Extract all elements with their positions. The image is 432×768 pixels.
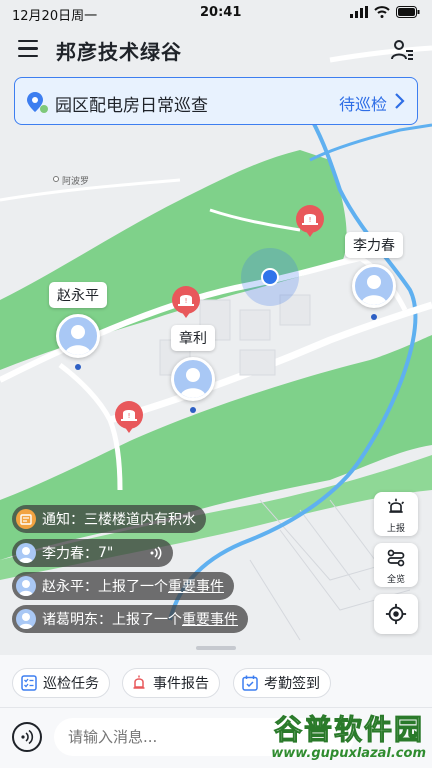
voice-wave-icon xyxy=(150,546,162,560)
notice-icon xyxy=(16,509,36,529)
task-status: 待巡检 xyxy=(338,95,387,114)
person-marker[interactable]: 赵永平 xyxy=(38,282,118,370)
avatar xyxy=(56,314,100,358)
alarm-bell-icon[interactable]: ! xyxy=(171,285,201,319)
avatar xyxy=(171,357,215,401)
message-text: 上报了一个 xyxy=(112,612,182,628)
drag-handle[interactable] xyxy=(196,646,236,650)
person-pin xyxy=(190,407,196,413)
battery-icon xyxy=(396,6,420,18)
avatar xyxy=(16,609,36,629)
patrol-task-label: 巡检任务 xyxy=(43,676,99,692)
user-list-icon[interactable] xyxy=(390,38,414,62)
person-marker[interactable]: 章利 xyxy=(153,325,233,413)
message-prefix: 通知： xyxy=(42,512,84,528)
avatar xyxy=(16,576,36,596)
alarm-bell-icon[interactable]: ! xyxy=(295,204,325,238)
wifi-icon xyxy=(374,6,390,18)
place-label: 阿波罗 xyxy=(62,177,90,187)
locate-icon xyxy=(385,603,407,625)
attendance-button[interactable]: 考勤签到 xyxy=(233,668,331,698)
voice-message[interactable]: 李力春： 7" xyxy=(12,539,174,567)
person-name: 章利 xyxy=(171,325,215,351)
event-message[interactable]: 诸葛明东： 上报了一个 重要事件 xyxy=(12,605,248,633)
watermark-title: 谷普软件园 xyxy=(273,713,424,747)
task-banner[interactable]: 园区配电房日常巡查 待巡检 xyxy=(14,77,418,125)
report-label: 上报 xyxy=(386,524,405,534)
calendar-check-icon xyxy=(242,675,258,691)
event-report-label: 事件报告 xyxy=(153,676,209,692)
overview-button[interactable]: 全览 xyxy=(374,543,418,587)
person-pin xyxy=(371,314,377,320)
voice-duration: 7" xyxy=(98,545,114,561)
message-sender: 诸葛明东： xyxy=(42,612,112,628)
status-icons xyxy=(350,6,420,18)
svg-text:!: ! xyxy=(309,216,312,224)
person-name: 李力春 xyxy=(345,232,403,258)
voice-input-button[interactable] xyxy=(12,722,42,752)
avatar xyxy=(16,543,36,563)
attendance-label: 考勤签到 xyxy=(264,676,320,692)
status-bar: 12月20日周一 20:41 xyxy=(0,0,432,26)
chevron-right-icon xyxy=(395,93,405,109)
page-title: 邦彦技术绿谷 xyxy=(56,40,182,64)
status-time: 20:41 xyxy=(200,5,242,20)
message-sender: 赵永平： xyxy=(42,579,98,595)
notice-message[interactable]: 通知： 三楼楼道内有积水 xyxy=(12,505,206,533)
person-pin xyxy=(75,364,81,370)
signal-icon xyxy=(350,6,368,18)
watermark-url: www.gupuxlazal.com xyxy=(271,746,426,761)
status-date: 12月20日周一 xyxy=(12,9,98,24)
event-link[interactable]: 重要事件 xyxy=(168,576,224,596)
locate-button[interactable] xyxy=(374,594,418,634)
alarm-icon xyxy=(131,675,147,691)
person-name: 赵永平 xyxy=(49,282,107,308)
overview-label: 全览 xyxy=(386,575,405,585)
menu-icon[interactable] xyxy=(18,40,38,58)
person-marker[interactable]: 李力春 xyxy=(334,232,414,320)
svg-text:!: ! xyxy=(128,412,131,420)
event-report-button[interactable]: 事件报告 xyxy=(122,668,220,698)
alarm-bell-icon[interactable]: ! xyxy=(114,400,144,434)
voice-icon xyxy=(21,729,34,745)
checklist-icon xyxy=(21,675,37,691)
app-header: 邦彦技术绿谷 xyxy=(0,28,432,72)
task-title: 园区配电房日常巡查 xyxy=(55,96,208,116)
message-text: 上报了一个 xyxy=(98,579,168,595)
report-bell-icon xyxy=(387,498,405,513)
route-overview-icon xyxy=(387,549,405,567)
event-message[interactable]: 赵永平： 上报了一个 重要事件 xyxy=(12,572,234,600)
watermark: 谷普软件园 www.gupuxlazal.com xyxy=(236,706,432,768)
location-pin-icon xyxy=(27,92,48,113)
message-sender: 李力春： xyxy=(42,546,98,562)
report-button[interactable]: 上报 xyxy=(374,492,418,536)
current-location-dot xyxy=(261,268,279,286)
avatar xyxy=(352,264,396,308)
patrol-task-button[interactable]: 巡检任务 xyxy=(12,668,110,698)
event-link[interactable]: 重要事件 xyxy=(182,609,238,629)
svg-text:!: ! xyxy=(185,297,188,305)
place-dot xyxy=(53,176,59,182)
message-text: 三楼楼道内有积水 xyxy=(84,512,196,528)
